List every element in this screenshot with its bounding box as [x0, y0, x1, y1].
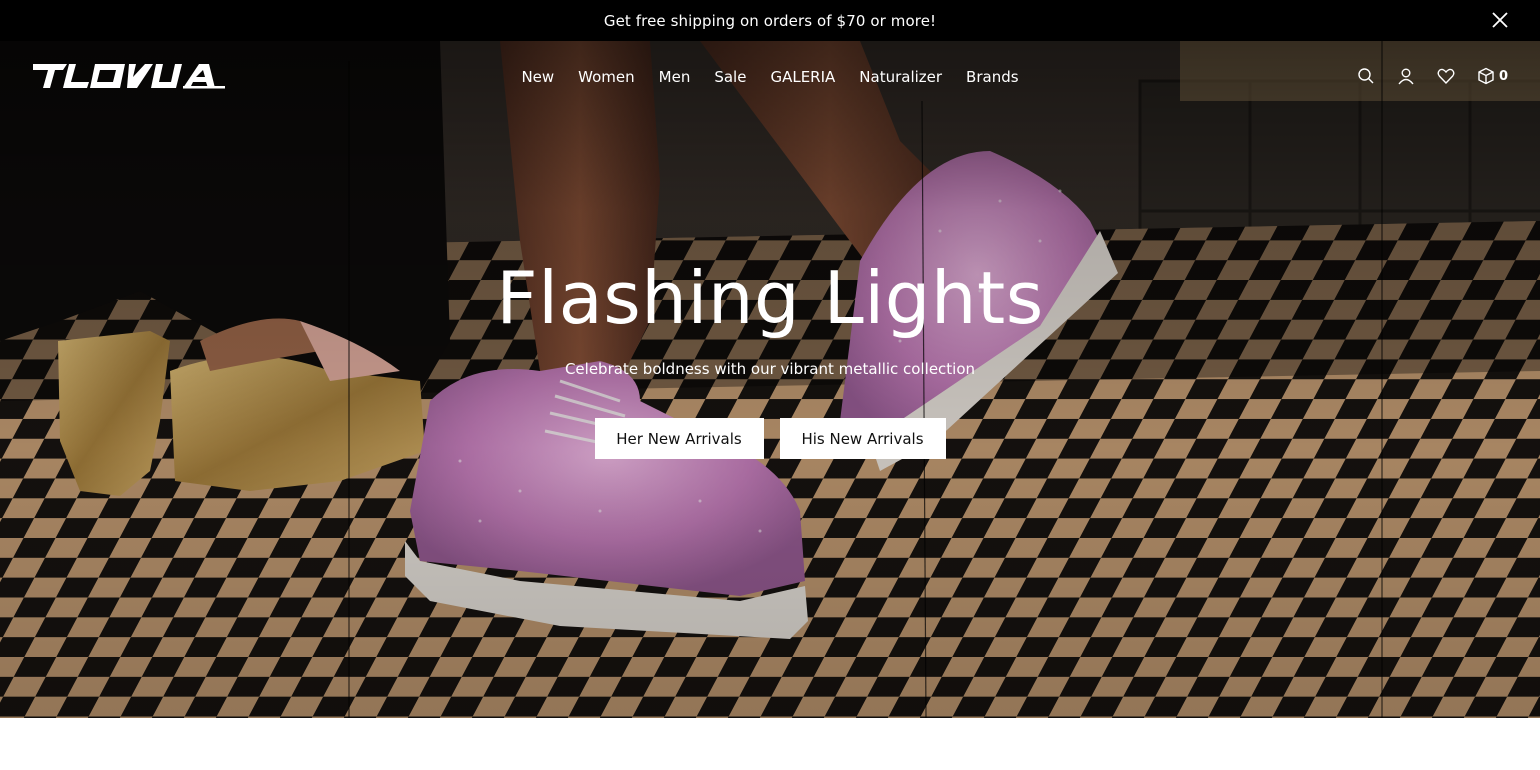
hero-title: Flashing Lights [496, 256, 1044, 340]
close-icon[interactable] [1490, 10, 1510, 30]
cart-count: 0 [1498, 68, 1508, 84]
promo-bar: Get free shipping on orders of $70 or mo… [0, 0, 1540, 41]
heart-icon[interactable] [1437, 67, 1455, 85]
cart-icon [1478, 67, 1494, 85]
hero-cta-group: Her New Arrivals His New Arrivals [0, 418, 1540, 459]
hero-subtitle: Celebrate boldness with our vibrant meta… [564, 360, 976, 378]
cart-button[interactable]: 0 [1477, 67, 1508, 85]
nav-sale[interactable]: Sale [714, 68, 746, 86]
nav-galeria[interactable]: GALERIA [770, 68, 835, 86]
site-header: New Women Men Sale GALERIA Naturalizer B… [0, 41, 1540, 117]
account-icon[interactable] [1397, 67, 1415, 85]
hero-overlay [0, 41, 1540, 718]
nav-new[interactable]: New [521, 68, 554, 86]
header-utilities: 0 [1357, 67, 1508, 85]
nav-brands[interactable]: Brands [966, 68, 1019, 86]
her-new-arrivals-button[interactable]: Her New Arrivals [594, 418, 764, 459]
his-new-arrivals-button[interactable]: His New Arrivals [779, 418, 946, 459]
nav-men[interactable]: Men [659, 68, 691, 86]
main-nav: New Women Men Sale GALERIA Naturalizer B… [0, 68, 1540, 86]
promo-text: Get free shipping on orders of $70 or mo… [603, 11, 937, 30]
search-icon[interactable] [1357, 67, 1375, 85]
hero-banner [0, 41, 1540, 718]
nav-naturalizer[interactable]: Naturalizer [859, 68, 942, 86]
nav-women[interactable]: Women [578, 68, 634, 86]
